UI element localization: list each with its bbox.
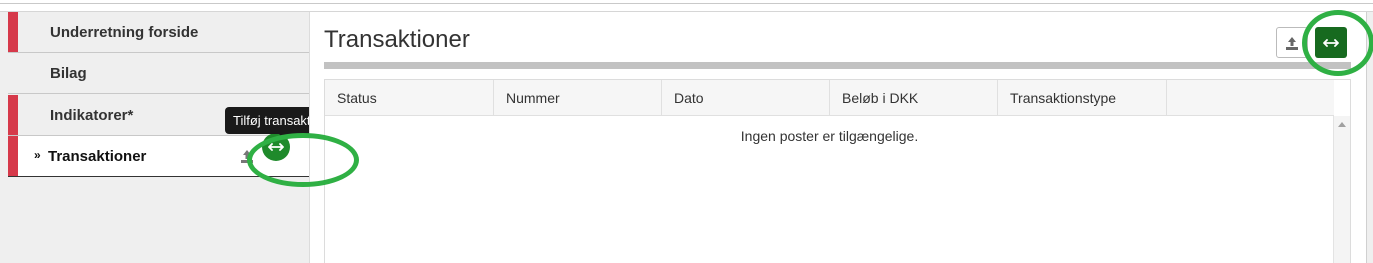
scrollbar[interactable]: [1333, 116, 1350, 263]
column-header-transaktionstype[interactable]: Transaktionstype: [998, 80, 1167, 116]
sidebar-item-label: Transaktioner: [48, 147, 147, 165]
transactions-grid: Status Nummer Dato Beløb i DKK Transakti…: [324, 79, 1351, 263]
sidebar-item-label: Underretning forside: [50, 23, 199, 41]
app-window: Underretning forside Bilag Indikatorer* …: [0, 0, 1373, 263]
sidebar: Underretning forside Bilag Indikatorer* …: [8, 12, 309, 263]
column-header-beloeb[interactable]: Beløb i DKK: [830, 80, 998, 116]
page-title: Transaktioner: [324, 26, 470, 53]
sidebar-item-label: Bilag: [50, 64, 87, 82]
sidebar-item-label: Indikatorer*: [50, 106, 134, 124]
column-header-status[interactable]: Status: [325, 80, 494, 116]
sidebar-marker: [8, 136, 18, 176]
sidebar-marker: [8, 95, 18, 135]
chevron-down-icon: »: [34, 148, 41, 162]
sidebar-item-bilag[interactable]: Bilag: [8, 53, 309, 94]
sidebar-item-underretning-forside[interactable]: Underretning forside: [8, 12, 309, 53]
title-divider: [324, 62, 1351, 69]
column-header-dato[interactable]: Dato: [662, 80, 830, 116]
empty-message: Ingen poster er tilgængelige.: [740, 128, 919, 144]
sidebar-marker: [8, 12, 18, 52]
scroll-up-icon[interactable]: [1338, 122, 1346, 127]
upload-icon: [1286, 36, 1298, 50]
top-border: [0, 0, 1373, 12]
highlight-ring: [1302, 10, 1373, 76]
main-panel: Transaktioner Status Nummer Dato Beløb i…: [309, 12, 1366, 263]
column-header-nummer[interactable]: Nummer: [494, 80, 662, 116]
highlight-ring: [247, 133, 359, 187]
grid-header: Status Nummer Dato Beløb i DKK Transakti…: [325, 80, 1334, 116]
